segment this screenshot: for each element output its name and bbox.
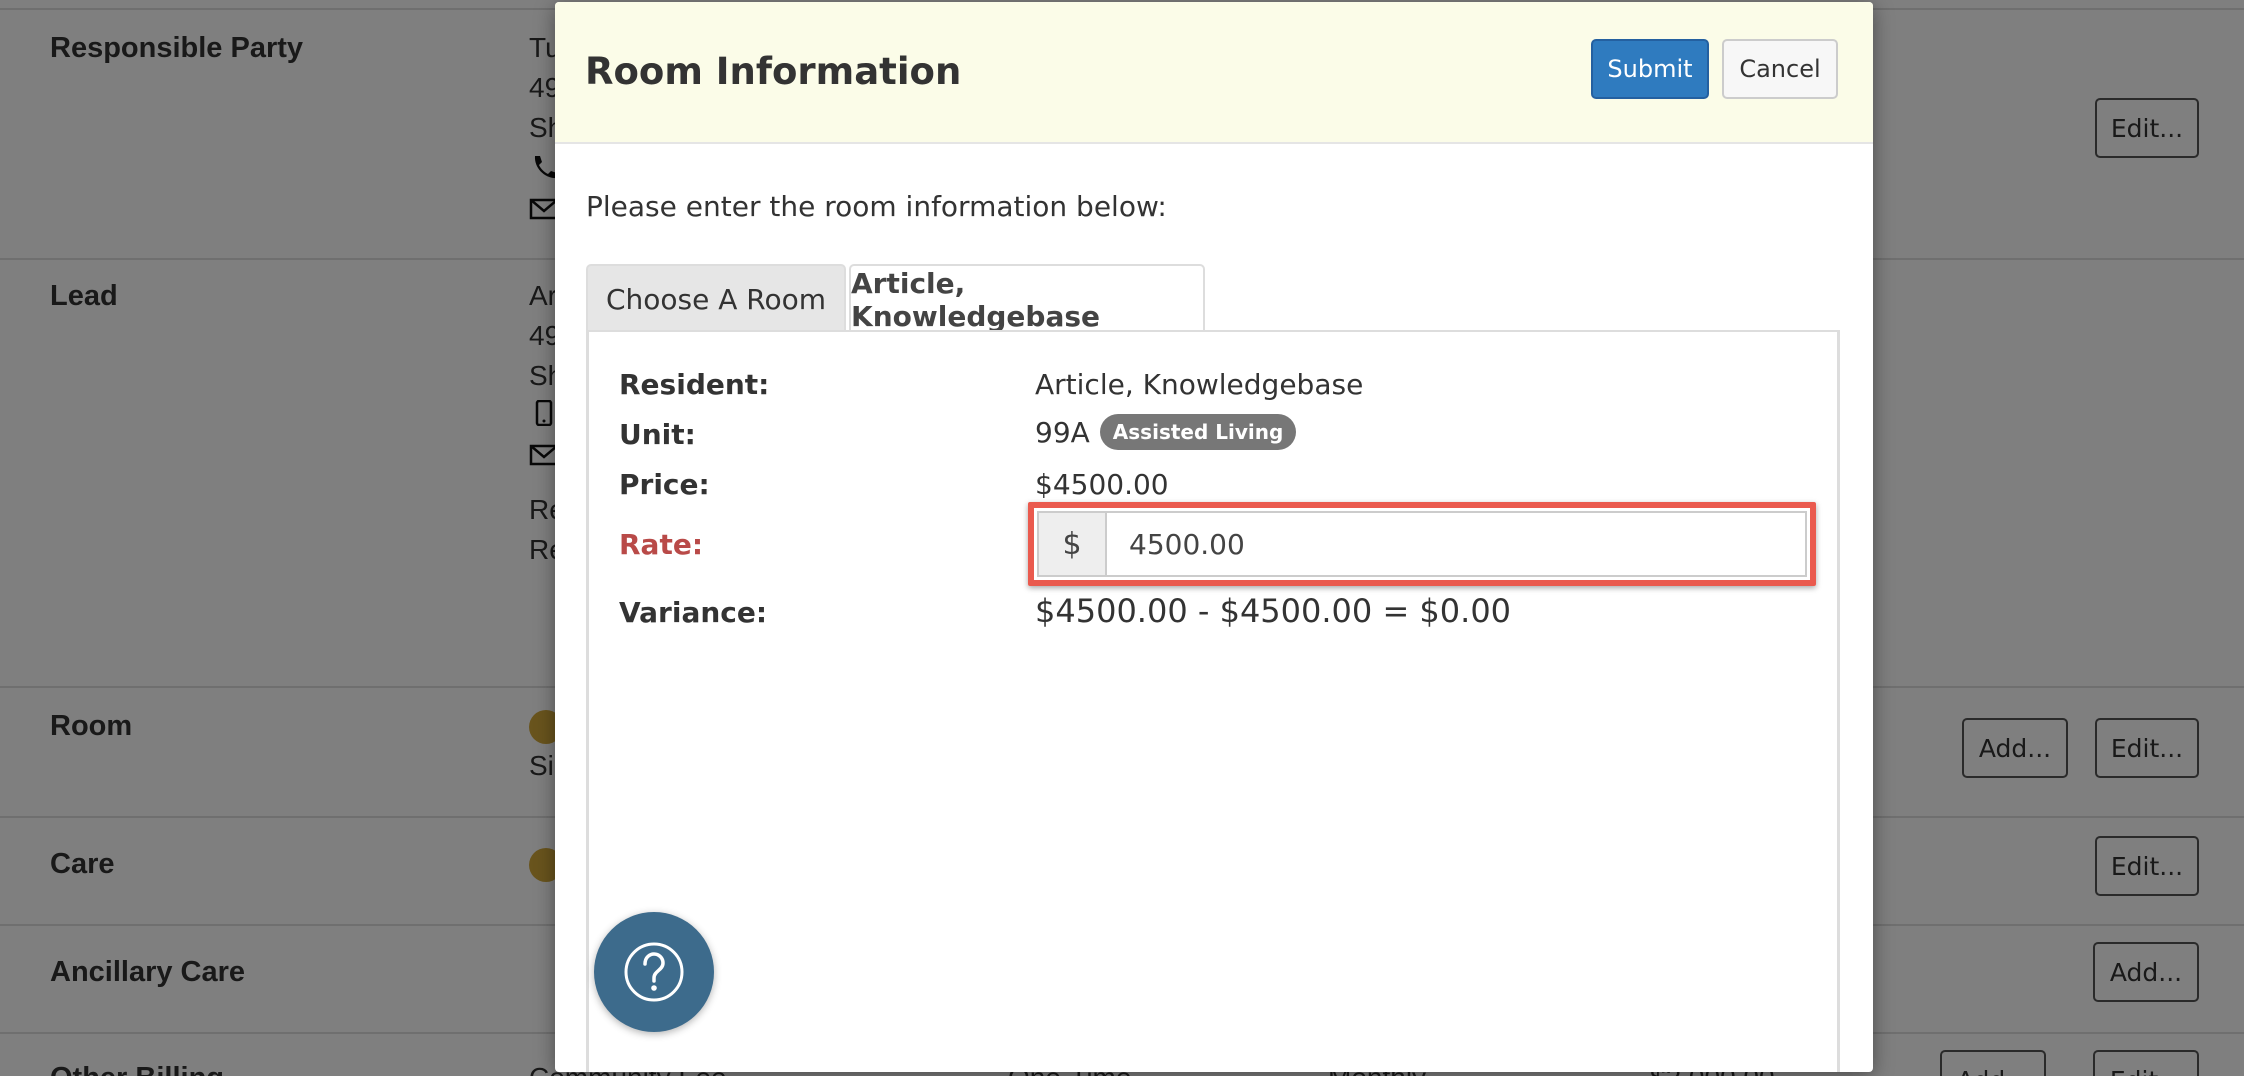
resident-value: Article, Knowledgebase <box>1035 368 1364 401</box>
rate-label: Rate: <box>619 528 704 561</box>
modal-title: Room Information <box>585 50 962 93</box>
submit-button[interactable]: Submit <box>1591 39 1709 99</box>
modal-header: Room Information Submit Cancel <box>555 2 1873 144</box>
question-mark-icon <box>624 942 684 1002</box>
cancel-button[interactable]: Cancel <box>1722 39 1838 99</box>
currency-addon: $ <box>1039 513 1107 575</box>
price-label: Price: <box>619 468 710 501</box>
resident-label: Resident: <box>619 368 770 401</box>
unit-value: 99A <box>1035 416 1090 449</box>
help-button[interactable] <box>594 912 714 1032</box>
rate-input-group: $ <box>1037 511 1807 577</box>
variance-value: $4500.00 - $4500.00 = $0.00 <box>1035 592 1512 630</box>
unit-type-badge: Assisted Living <box>1099 414 1297 450</box>
modal-intro-text: Please enter the room information below: <box>586 190 1167 223</box>
room-information-modal: Room Information Submit Cancel Please en… <box>555 2 1873 1072</box>
rate-input[interactable] <box>1107 513 1805 575</box>
unit-value-group: 99A Assisted Living <box>1035 414 1297 450</box>
unit-label: Unit: <box>619 418 696 451</box>
variance-label: Variance: <box>619 596 768 629</box>
price-value: $4500.00 <box>1035 468 1169 501</box>
tab-resident[interactable]: Article, Knowledgebase <box>849 264 1205 334</box>
tab-choose-a-room[interactable]: Choose A Room <box>586 264 846 332</box>
